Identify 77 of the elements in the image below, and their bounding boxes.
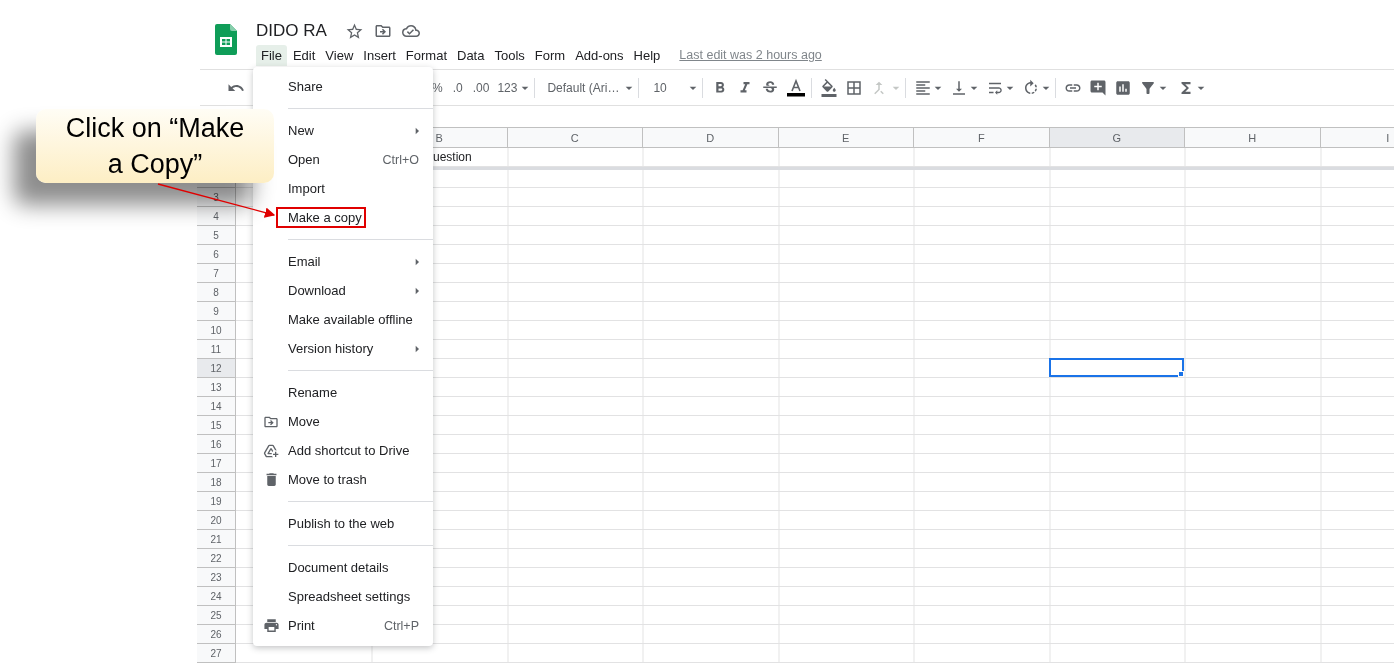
- increase-decimals-button[interactable]: .00: [472, 80, 490, 95]
- sheets-logo[interactable]: [215, 24, 237, 55]
- row-number[interactable]: 19: [197, 492, 236, 511]
- font-dropdown[interactable]: Default (Ari…: [547, 80, 620, 95]
- row-number[interactable]: 15: [197, 416, 236, 435]
- chart-icon[interactable]: [1113, 78, 1132, 97]
- star-icon[interactable]: [344, 21, 364, 41]
- column-header[interactable]: F: [914, 127, 1050, 148]
- selected-cell[interactable]: [1048, 358, 1184, 377]
- callout-tooltip: Click on “Make a Copy”: [36, 109, 274, 183]
- menu-item[interactable]: Email: [253, 247, 433, 276]
- menu-item[interactable]: Document details: [253, 553, 433, 582]
- printer-icon: [263, 617, 280, 634]
- menu-item[interactable]: Add shortcut to Drive: [253, 436, 433, 465]
- row-number[interactable]: 27: [197, 644, 236, 663]
- menu-tab[interactable]: Format: [400, 44, 452, 66]
- number-format-button[interactable]: 123: [497, 80, 518, 95]
- menu-item[interactable]: Version history: [253, 334, 433, 363]
- menu-tab[interactable]: Edit: [287, 44, 321, 66]
- column-header[interactable]: D: [643, 127, 779, 148]
- menu-tab[interactable]: Insert: [358, 44, 401, 66]
- cell-text: uestion: [433, 150, 472, 164]
- row-number[interactable]: 6: [197, 245, 236, 264]
- menu-tab[interactable]: View: [320, 44, 359, 66]
- menu-item[interactable]: Download: [253, 276, 433, 305]
- row-number[interactable]: 22: [197, 549, 236, 568]
- comment-icon[interactable]: [1088, 78, 1107, 97]
- menu-tab[interactable]: File: [256, 44, 287, 66]
- menu-tab[interactable]: Form: [529, 44, 571, 66]
- column-header[interactable]: I: [1320, 127, 1394, 148]
- row-number[interactable]: 12: [197, 359, 236, 378]
- menu-item[interactable]: Spreadsheet settings: [253, 582, 433, 611]
- column-header[interactable]: H: [1185, 127, 1321, 148]
- font-size-dropdown[interactable]: 10: [653, 80, 667, 95]
- menu-tab[interactable]: Add-ons: [570, 44, 629, 66]
- text-color-icon[interactable]: [785, 77, 806, 98]
- align-icon[interactable]: [913, 78, 932, 97]
- row-number[interactable]: 25: [197, 606, 236, 625]
- row-number[interactable]: 26: [197, 625, 236, 644]
- menu-item[interactable]: Share: [253, 72, 433, 101]
- row-number[interactable]: 18: [197, 473, 236, 492]
- row-number[interactable]: 4: [197, 207, 236, 226]
- drive-icon: [263, 442, 279, 459]
- row-number[interactable]: 14: [197, 397, 236, 416]
- row-number[interactable]: 24: [197, 587, 236, 606]
- folder-icon[interactable]: [373, 22, 392, 40]
- menu-item[interactable]: Print Ctrl+P: [253, 611, 433, 640]
- fill-color-icon[interactable]: [819, 78, 838, 97]
- row-number[interactable]: 23: [197, 568, 236, 587]
- menu-item[interactable]: Make a copy: [253, 203, 433, 232]
- cloud-icon[interactable]: [401, 22, 420, 40]
- row-number[interactable]: 9: [197, 302, 236, 321]
- menu-item[interactable]: Publish to the web: [253, 509, 433, 538]
- menu-tab[interactable]: Tools: [489, 44, 530, 66]
- last-edit-link[interactable]: Last edit was 2 hours ago: [679, 48, 822, 62]
- row-number[interactable]: 21: [197, 530, 236, 549]
- row-number[interactable]: 16: [197, 435, 236, 454]
- column-header[interactable]: E: [778, 127, 914, 148]
- row-number[interactable]: 11: [197, 340, 236, 359]
- menu-item[interactable]: Make available offline: [253, 305, 433, 334]
- menu-item[interactable]: Move: [253, 407, 433, 436]
- menu-item[interactable]: Rename: [253, 378, 433, 407]
- menu-tab[interactable]: Data: [452, 44, 490, 66]
- row-number[interactable]: 13: [197, 378, 236, 397]
- menu-tab[interactable]: Help: [628, 44, 666, 66]
- row-number[interactable]: 10: [197, 321, 236, 340]
- column-header[interactable]: C: [507, 127, 643, 148]
- row-number[interactable]: 7: [197, 264, 236, 283]
- row-number[interactable]: 5: [197, 226, 236, 245]
- row-number[interactable]: 17: [197, 454, 236, 473]
- column-header[interactable]: G: [1049, 127, 1185, 148]
- row-number[interactable]: 20: [197, 511, 236, 530]
- decrease-decimals-button[interactable]: .0: [452, 80, 463, 95]
- menu-item[interactable]: Move to trash: [253, 465, 433, 494]
- row-number[interactable]: 8: [197, 283, 236, 302]
- document-title[interactable]: DIDO RA: [256, 21, 327, 41]
- borders-icon[interactable]: [844, 78, 863, 97]
